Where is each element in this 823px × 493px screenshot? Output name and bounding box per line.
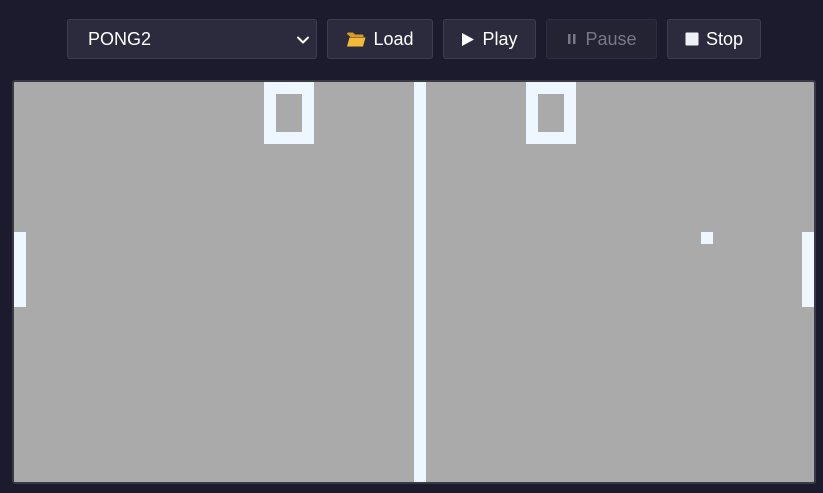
folder-icon [346, 31, 366, 48]
pause-icon [566, 33, 578, 45]
pause-button[interactable]: Pause [546, 19, 657, 59]
rom-select[interactable]: PONG2 [67, 19, 317, 59]
play-button[interactable]: Play [443, 19, 536, 59]
stop-icon [685, 32, 699, 46]
load-button-label: Load [373, 28, 414, 49]
pause-button-label: Pause [585, 28, 637, 49]
load-button[interactable]: Load [327, 19, 433, 59]
center-net [414, 82, 426, 482]
stop-button-label: Stop [705, 28, 744, 49]
left-paddle [14, 232, 26, 307]
stop-button[interactable]: Stop [667, 19, 761, 59]
chevron-down-icon [297, 36, 309, 44]
rom-select-value: PONG2 [88, 28, 152, 49]
game-screen[interactable] [12, 80, 816, 484]
right-paddle [802, 232, 814, 307]
play-button-label: Play [482, 28, 518, 49]
ball [701, 232, 713, 244]
play-icon [461, 32, 475, 47]
